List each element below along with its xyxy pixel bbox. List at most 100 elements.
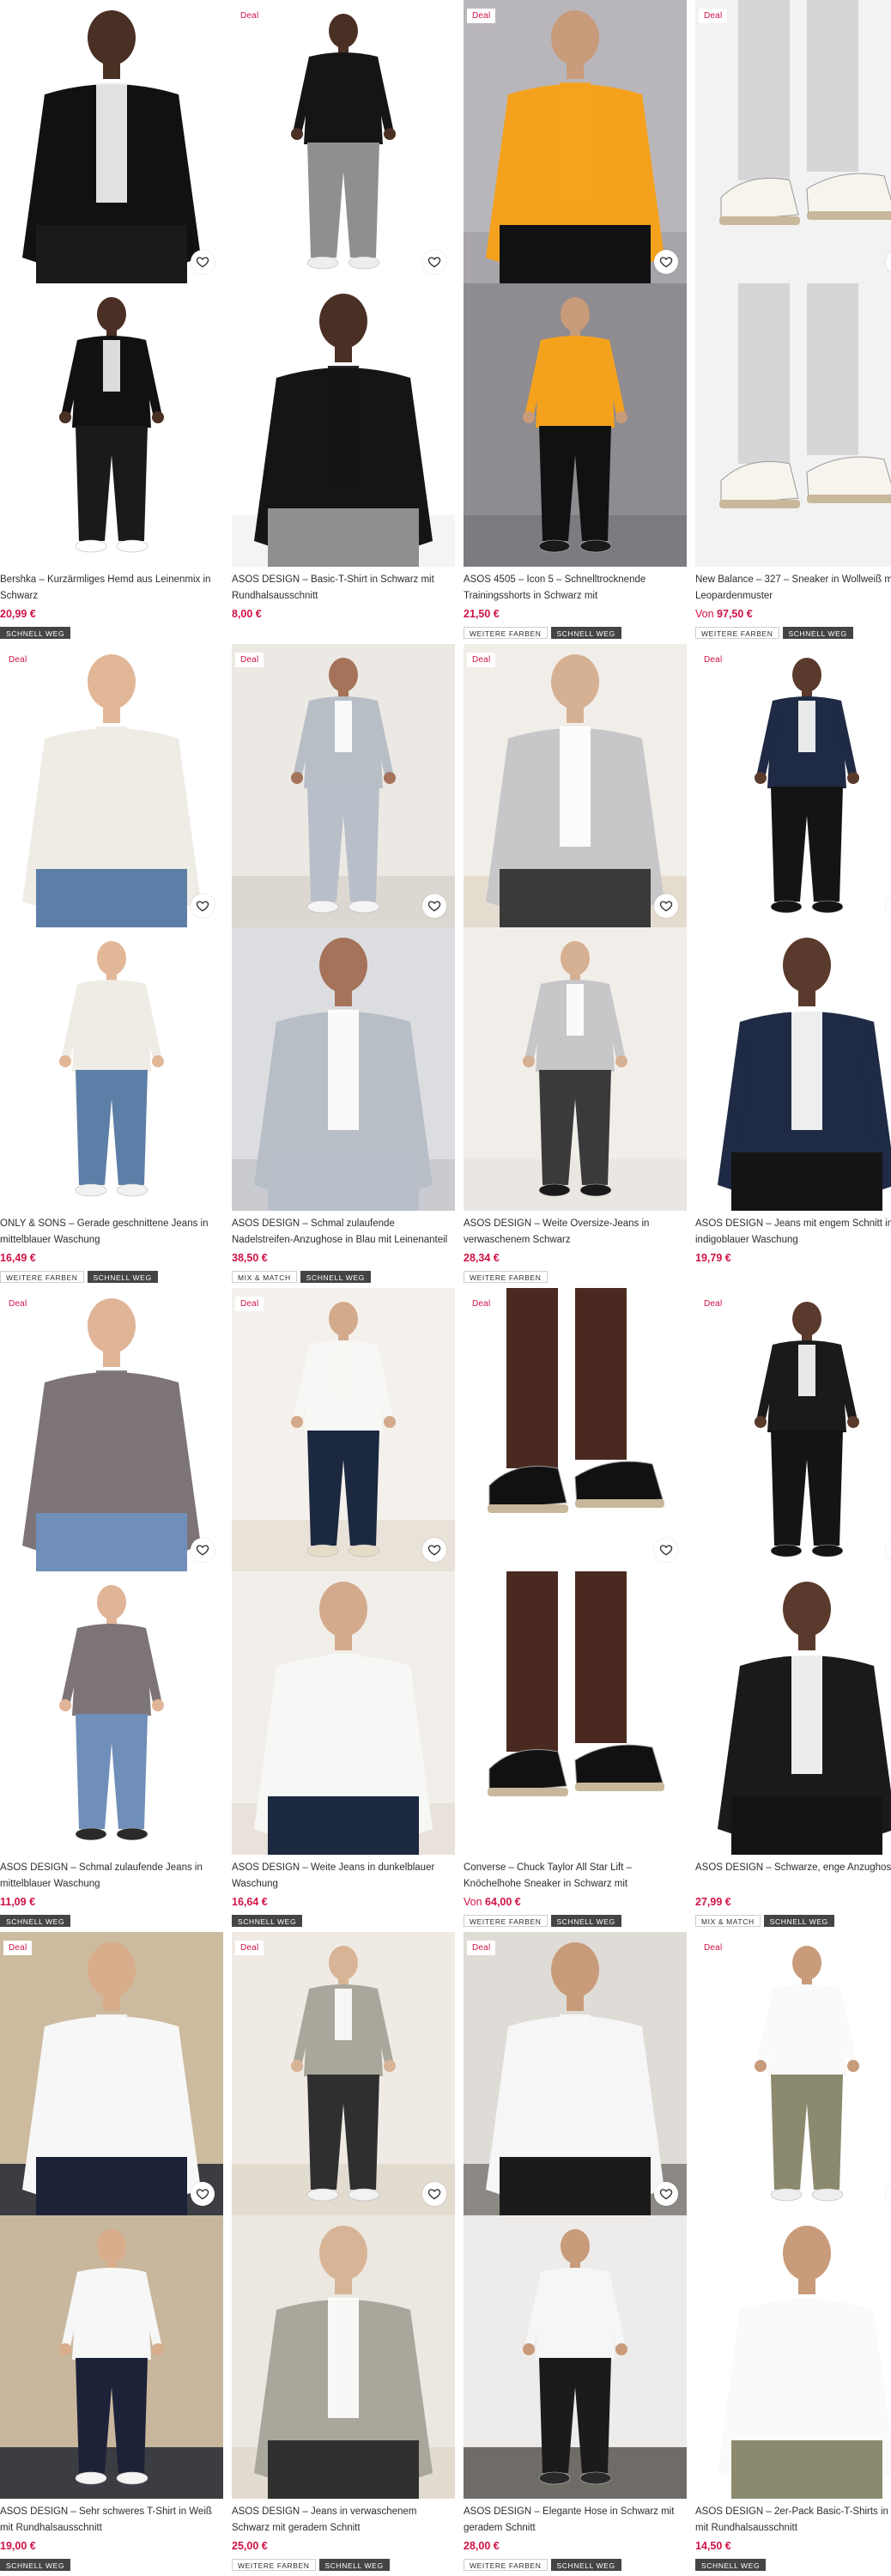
product-image[interactable] [0, 0, 223, 567]
product-card[interactable]: Deal ASOS DESIGN – Weite Jeans in dunkel… [232, 1288, 455, 1927]
model-figure [291, 1302, 396, 1558]
product-card[interactable]: Deal ASOS DESIGN – Schmal zulaufende Nad… [232, 644, 455, 1283]
model-figure [291, 658, 396, 914]
deal-badge: Deal [235, 9, 264, 23]
save-for-later-button[interactable] [654, 894, 678, 918]
product-image[interactable]: Deal [0, 1932, 223, 2499]
product-card[interactable]: Deal ASOS DESIGN – Schwarze, enge Anzugh… [695, 1288, 891, 1927]
product-title[interactable]: ONLY & SONS – Gerade geschnittene Jeans … [0, 1216, 223, 1249]
product-card[interactable]: Deal ASOS DESIGN – Basic-T-Shirt in Schw… [232, 0, 455, 639]
product-card[interactable]: Deal ASOS DESIGN – Elegante Hose in Schw… [464, 1932, 687, 2571]
product-image[interactable]: Deal [695, 644, 891, 1211]
model-figure [291, 1946, 396, 2202]
product-title[interactable]: ASOS DESIGN – Sehr schweres T-Shirt in W… [0, 2504, 223, 2537]
heart-outline-icon [427, 1543, 441, 1557]
product-card[interactable]: Deal Converse – Chuck Taylor All Star Li… [464, 1288, 687, 1927]
product-photo-secondary [695, 927, 891, 1211]
save-for-later-button[interactable] [422, 250, 446, 274]
product-title[interactable]: ASOS DESIGN – Basic-T-Shirt in Schwarz m… [232, 572, 455, 605]
save-for-later-button[interactable] [422, 1538, 446, 1562]
product-grid: Bershka – Kurzärmliges Hemd aus Leinenmi… [0, 0, 891, 2576]
product-title[interactable]: ASOS DESIGN – Schmal zulaufende Nadelstr… [232, 1216, 455, 1249]
heart-outline-icon [659, 2187, 673, 2201]
product-photo-primary [695, 1288, 891, 1571]
product-title[interactable]: ASOS DESIGN – Schwarze, enge Anzughose [695, 1860, 891, 1893]
model-figure [59, 297, 164, 553]
product-title[interactable]: ASOS DESIGN – 2er-Pack Basic-T-Shirts in… [695, 2504, 891, 2537]
product-image[interactable]: Deal [464, 0, 687, 567]
save-for-later-button[interactable] [654, 1538, 678, 1562]
product-card[interactable]: Deal ASOS 4505 – Icon 5 – Schnelltrockne… [464, 0, 687, 639]
product-card[interactable]: Deal ASOS DESIGN – Weite Oversize-Jeans … [464, 644, 687, 1283]
product-image[interactable]: Deal [695, 1288, 891, 1855]
product-title[interactable]: ASOS 4505 – Icon 5 – Schnelltrocknende T… [464, 572, 687, 605]
save-for-later-button[interactable] [654, 2182, 678, 2206]
product-title[interactable]: New Balance – 327 – Sneaker in Wollweiß … [695, 572, 891, 605]
product-image[interactable]: Deal [232, 0, 455, 567]
product-card[interactable]: Deal New Balance – 327 – Sneaker in Woll… [695, 0, 891, 639]
product-badges: WEITERE FARBEN SCHNELL WEG [464, 1915, 687, 1927]
save-for-later-button[interactable] [191, 2182, 215, 2206]
product-title[interactable]: ASOS DESIGN – Schmal zulaufende Jeans in… [0, 1860, 223, 1893]
product-image[interactable]: Deal [695, 1932, 891, 2499]
product-image[interactable]: Deal [232, 1932, 455, 2499]
product-image[interactable]: Deal [464, 1288, 687, 1855]
product-card[interactable]: Deal ASOS DESIGN – Jeans in verwaschenem… [232, 1932, 455, 2571]
save-for-later-button[interactable] [191, 250, 215, 274]
product-title[interactable]: ASOS DESIGN – Jeans in verwaschenem Schw… [232, 2504, 455, 2537]
save-for-later-button[interactable] [191, 894, 215, 918]
product-badges: MIX & MATCH SCHNELL WEG [695, 1915, 891, 1927]
save-for-later-button[interactable] [654, 250, 678, 274]
product-price: Von 64,00 € [464, 1896, 687, 1911]
model-figure [254, 938, 433, 1211]
product-card[interactable]: Deal ASOS DESIGN – 2er-Pack Basic-T-Shir… [695, 1932, 891, 2571]
product-title[interactable]: Bershka – Kurzärmliges Hemd aus Leinenmi… [0, 572, 223, 605]
product-card[interactable]: Bershka – Kurzärmliges Hemd aus Leinenmi… [0, 0, 223, 639]
product-image[interactable]: Deal [232, 644, 455, 1211]
save-for-later-button[interactable] [422, 894, 446, 918]
model-figure [755, 1946, 859, 2202]
product-card[interactable]: Deal ASOS DESIGN – Jeans mit engem Schni… [695, 644, 891, 1283]
product-photo-primary [464, 644, 687, 927]
heart-outline-icon [659, 255, 673, 269]
product-card[interactable]: Deal ASOS DESIGN – Schmal zulaufende Jea… [0, 1288, 223, 1927]
product-image[interactable]: Deal [695, 0, 891, 567]
product-image[interactable]: Deal [464, 1932, 687, 2499]
product-image[interactable]: Deal [0, 1288, 223, 1855]
selling-fast-badge: SCHNELL WEG [0, 2559, 71, 2571]
product-photo-secondary [232, 927, 455, 1211]
product-photo-secondary [695, 1571, 891, 1855]
product-photo-primary [464, 0, 687, 283]
heart-outline-icon [427, 899, 441, 913]
selling-fast-badge: SCHNELL WEG [550, 627, 621, 639]
product-title[interactable]: ASOS DESIGN – Weite Oversize-Jeans in ve… [464, 1216, 687, 1249]
price-value: 64,00 € [485, 1896, 521, 1908]
product-image[interactable]: Deal [464, 644, 687, 1211]
model-figure [486, 654, 664, 927]
product-image[interactable]: Deal [0, 644, 223, 1211]
mix-match-badge: MIX & MATCH [695, 1915, 761, 1927]
product-price: 20,99 € [0, 608, 223, 623]
product-price: 28,34 € [464, 1252, 687, 1267]
product-title[interactable]: ASOS DESIGN – Elegante Hose in Schwarz m… [464, 2504, 687, 2537]
product-price: 8,00 € [232, 608, 455, 623]
price-value: 28,34 € [464, 1252, 500, 1264]
product-price: 11,09 € [0, 1896, 223, 1911]
product-title[interactable]: Converse – Chuck Taylor All Star Lift – … [464, 1860, 687, 1893]
product-photo-primary [232, 1932, 455, 2215]
product-image[interactable]: Deal [232, 1288, 455, 1855]
product-card[interactable]: Deal ASOS DESIGN – Sehr schweres T-Shirt… [0, 1932, 223, 2571]
save-for-later-button[interactable] [422, 2182, 446, 2206]
product-badges: SCHNELL WEG [0, 627, 223, 639]
product-price: 16,49 € [0, 1252, 223, 1267]
shoe-image [488, 1571, 664, 1796]
more-colours-badge: WEITERE FARBEN [695, 627, 779, 639]
product-title[interactable]: ASOS DESIGN – Jeans mit engem Schnitt in… [695, 1216, 891, 1249]
product-title[interactable]: ASOS DESIGN – Weite Jeans in dunkelblaue… [232, 1860, 455, 1893]
heart-outline-icon [196, 2187, 209, 2201]
product-photo-primary [0, 0, 223, 283]
price-value: 19,00 € [0, 2540, 36, 2552]
deal-badge: Deal [235, 653, 264, 667]
product-card[interactable]: Deal ONLY & SONS – Gerade geschnittene J… [0, 644, 223, 1283]
save-for-later-button[interactable] [191, 1538, 215, 1562]
